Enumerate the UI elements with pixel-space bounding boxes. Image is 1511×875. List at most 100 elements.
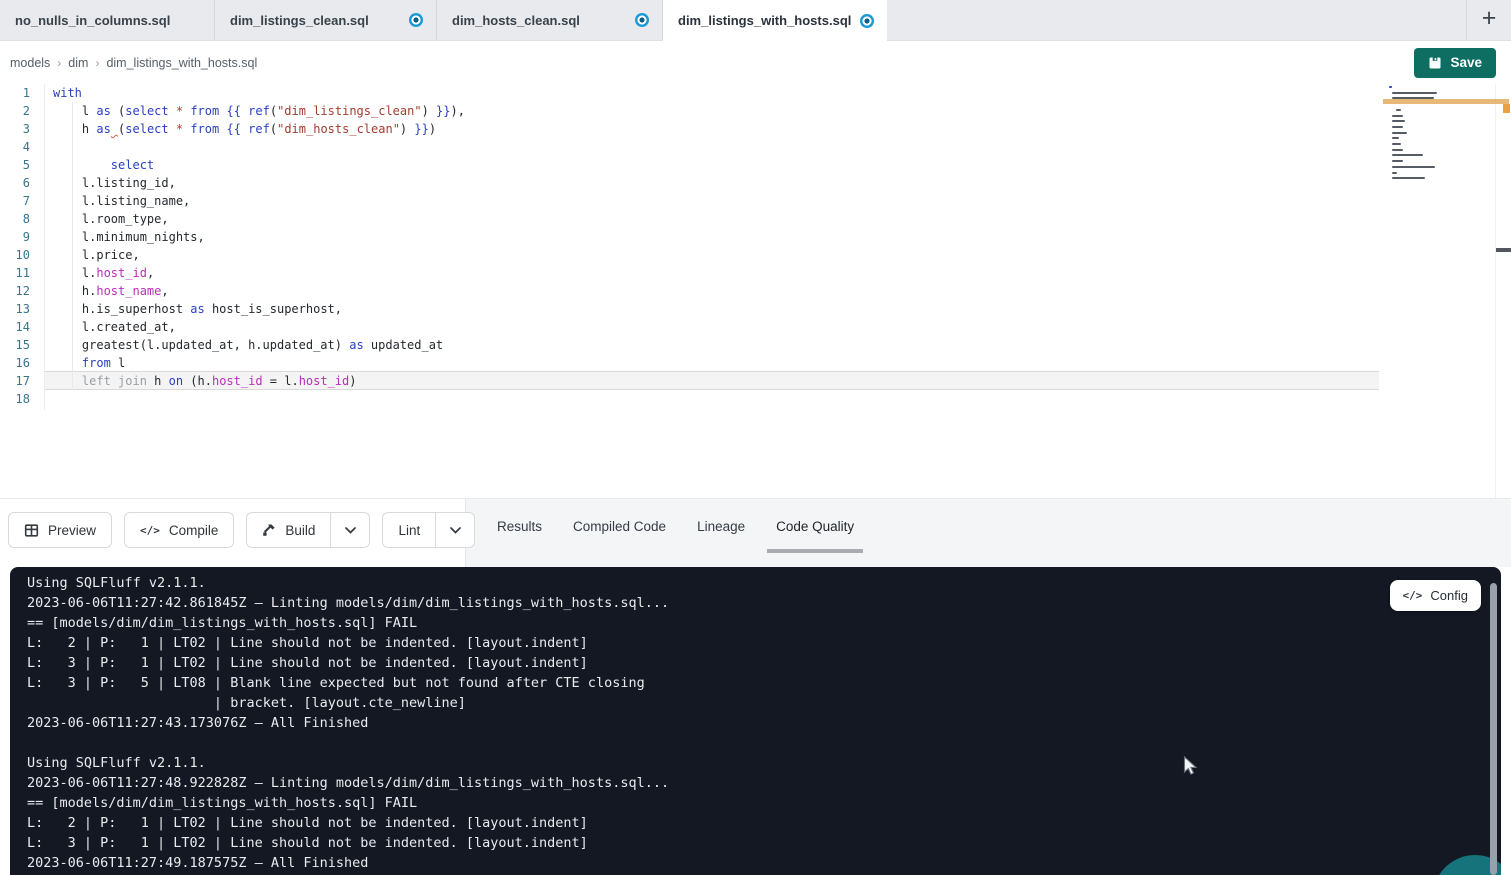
code-token-kw: from	[190, 122, 219, 136]
code-token-dim: left join	[82, 374, 147, 388]
file-tab[interactable]: no_nulls_in_columns.sql	[0, 0, 215, 40]
save-icon	[1428, 56, 1442, 70]
panel-tabs: Results Compiled Code Lineage Code Quality	[497, 499, 854, 553]
preview-button[interactable]: Preview	[8, 512, 112, 548]
code-line[interactable]: h.host_name,	[53, 282, 169, 300]
line-number: 15	[0, 336, 30, 354]
preview-grid-icon	[24, 523, 39, 538]
code-token-pl: (	[111, 104, 125, 118]
line-number: 13	[0, 300, 30, 318]
code-token-var: host_id	[299, 374, 350, 388]
compile-button[interactable]: </> Compile	[124, 512, 234, 548]
code-line[interactable]: l.listing_name,	[53, 192, 190, 210]
minimap-line	[1392, 172, 1397, 174]
code-line[interactable]: h as (select * from {{ ref("dim_hosts_cl…	[53, 120, 436, 138]
file-tab-label: dim_listings_clean.sql	[230, 13, 369, 28]
code-line[interactable]: l.listing_id,	[53, 174, 176, 192]
ruler-scroll-marker[interactable]	[1496, 248, 1511, 252]
panel-tab-lineage[interactable]: Lineage	[697, 499, 745, 553]
terminal-line: Using SQLFluff v2.1.1.	[27, 753, 669, 773]
minimap-line	[1392, 126, 1402, 128]
code-line[interactable]: l.price,	[53, 246, 140, 264]
line-number: 17	[0, 372, 30, 390]
code-line[interactable]: l.created_at,	[53, 318, 176, 336]
code-line[interactable]: greatest(l.updated_at, h.updated_at) as …	[53, 336, 443, 354]
minimap-line	[1392, 97, 1434, 99]
breadcrumb-item[interactable]: dim	[68, 56, 88, 70]
chevron-down-icon	[450, 527, 461, 534]
breadcrumb-item[interactable]: models	[10, 56, 50, 70]
panel-tab-compiled-code[interactable]: Compiled Code	[573, 499, 666, 553]
code-line[interactable]: l.host_id,	[53, 264, 154, 282]
minimap-line	[1392, 177, 1424, 179]
code-line[interactable]: select	[53, 156, 154, 174]
code-token-pl: l.price,	[53, 248, 140, 262]
panel-tab-results[interactable]: Results	[497, 499, 542, 553]
file-tabs: no_nulls_in_columns.sql dim_listings_clea…	[0, 0, 887, 40]
breadcrumb-item[interactable]: dim_listings_with_hosts.sql	[106, 56, 257, 70]
code-token-kw: select	[125, 104, 168, 118]
code-token-sq	[111, 122, 118, 136]
minimap[interactable]	[1389, 86, 1463, 192]
chevron-down-icon	[345, 527, 356, 534]
code-token-pl: l.listing_name,	[53, 194, 190, 208]
file-tab[interactable]: dim_listings_clean.sql	[215, 0, 437, 40]
code-token-var: host_id	[96, 266, 147, 280]
lint-dropdown-button[interactable]	[435, 512, 475, 548]
unsaved-changes-dot-icon	[409, 13, 423, 27]
code-line[interactable]: with	[53, 84, 82, 102]
code-token-pl: greatest(l.updated_at, h.updated_at)	[53, 338, 349, 352]
file-tab[interactable]: dim_listings_with_hosts.sql	[663, 0, 887, 41]
file-tab[interactable]: dim_hosts_clean.sql	[437, 0, 663, 40]
code-line[interactable]: from l	[53, 354, 125, 372]
code-token-pl: = l.	[263, 374, 299, 388]
save-button[interactable]: Save	[1414, 48, 1496, 78]
line-number: 5	[0, 156, 30, 174]
code-line[interactable]: h.is_superhost as host_is_superhost,	[53, 300, 342, 318]
code-token-pl: l	[111, 356, 125, 370]
plus-icon: +	[1482, 6, 1497, 31]
build-dropdown-button[interactable]	[330, 512, 370, 548]
code-token-pl	[169, 122, 176, 136]
code-brackets-icon: </>	[1403, 589, 1423, 602]
line-number: 9	[0, 228, 30, 246]
minimap-line	[1392, 166, 1435, 168]
code-token-kw: }}	[414, 122, 428, 136]
breadcrumb-bar: models›dim›dim_listings_with_hosts.sql S…	[0, 41, 1511, 84]
code-token-pl: (	[270, 104, 277, 118]
ruler-error-marker	[1503, 104, 1510, 113]
minimap-line	[1392, 149, 1402, 151]
code-line[interactable]: l as (select * from {{ ref("dim_listings…	[53, 102, 465, 120]
config-button-label: Config	[1430, 588, 1468, 603]
new-tab-button[interactable]: +	[1466, 0, 1511, 40]
terminal-line: Using SQLFluff v2.1.1.	[27, 573, 669, 593]
code-token-pl: h.	[53, 284, 96, 298]
lint-button[interactable]: Lint	[382, 512, 435, 548]
minimap-line	[1392, 120, 1405, 122]
terminal-line	[27, 733, 669, 753]
minimap-line	[1392, 92, 1437, 94]
line-number: 8	[0, 210, 30, 228]
code-token-pl: ),	[450, 104, 464, 118]
code-token-pl: )	[422, 104, 436, 118]
breadcrumb: models›dim›dim_listings_with_hosts.sql	[10, 56, 257, 70]
terminal-line: L: 3 | P: 1 | LT02 | Line should not be …	[27, 833, 669, 853]
terminal-scrollbar-thumb[interactable]	[1490, 583, 1497, 875]
panel-tab-code-quality[interactable]: Code Quality	[776, 499, 854, 553]
code-token-pl	[53, 158, 111, 172]
code-token-pl: l.	[53, 266, 96, 280]
build-button-label: Build	[285, 523, 315, 538]
code-line[interactable]: l.room_type,	[53, 210, 169, 228]
build-button[interactable]: Build	[246, 512, 330, 548]
code-token-var: host_id	[212, 374, 263, 388]
line-number: 18	[0, 390, 30, 408]
terminal-line: | bracket. [layout.cte_newline]	[27, 693, 669, 713]
code-token-pl: h	[53, 122, 96, 136]
code-line[interactable]: l.minimum_nights,	[53, 228, 205, 246]
code-editor[interactable]: 123456789101112131415161718 with l as (s…	[0, 84, 1511, 498]
code-token-pl: l	[53, 104, 96, 118]
code-line[interactable]: left join h on (h.host_id = l.host_id)	[53, 372, 357, 390]
config-button[interactable]: </> Config	[1390, 580, 1481, 611]
code-token-kw: as	[96, 122, 110, 136]
file-tab-label: dim_hosts_clean.sql	[452, 13, 580, 28]
